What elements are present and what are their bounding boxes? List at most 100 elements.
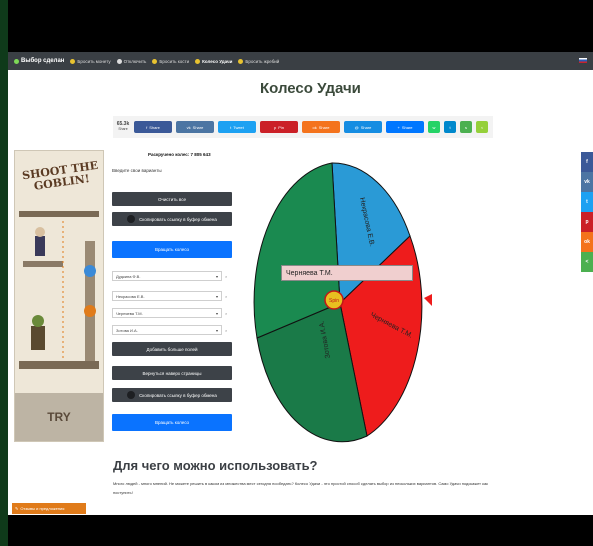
share-generic-button[interactable]: + Share <box>386 121 424 133</box>
share-label: Share <box>318 124 330 130</box>
option-value: Черняева Т.М. <box>116 310 143 316</box>
advertisement[interactable]: SHOOT THE GOBLIN! TRY <box>14 150 104 442</box>
share-ok-button[interactable]: ok Share <box>302 121 340 133</box>
share-pinterest-button[interactable]: p Pin <box>260 121 298 133</box>
language-flag-icon[interactable] <box>579 58 587 63</box>
option-row: Черняева Т.М. ▾ × <box>112 307 232 319</box>
back-to-top-button[interactable]: Вернуться наверх страницы <box>112 366 232 380</box>
option-input[interactable]: Зотова И.А. ▾ <box>112 325 222 335</box>
share-icon: + <box>397 124 400 130</box>
side-twitter-icon[interactable]: t <box>581 192 593 212</box>
remove-option-icon[interactable]: × <box>225 328 227 333</box>
chevron-down-icon: ▾ <box>215 293 218 299</box>
brand-icon <box>14 58 19 64</box>
side-facebook-icon[interactable]: f <box>581 152 593 172</box>
option-input[interactable]: Дудкина Ф.В. ▾ <box>112 271 222 281</box>
option-value: Некрасова Е.В. <box>116 293 145 299</box>
nav-item-label: Колесо Удачи <box>202 58 233 64</box>
spin-button[interactable]: Вращать колесо <box>112 241 232 258</box>
spin-counter: Раскручено колес: 7 805 643 <box>148 152 211 157</box>
nav-item-label: Бросить монету <box>77 58 111 64</box>
copy-icon <box>127 215 136 223</box>
nav-item-lots[interactable]: Бросить жребий <box>238 58 280 64</box>
fortune-wheel[interactable]: Некрасова Е.В. Черняева Т.М. Зотова И.А.… <box>242 158 438 448</box>
remove-option-icon[interactable]: × <box>225 274 227 279</box>
share-label: Share <box>401 124 413 130</box>
left-border <box>0 0 8 546</box>
copy-link-label: Скопировать ссылку в буфер обмена <box>139 216 217 222</box>
clear-all-button[interactable]: Очистить все <box>112 192 232 206</box>
chevron-down-icon: ▾ <box>215 310 218 316</box>
chevron-down-icon: ▾ <box>215 273 218 279</box>
nav-item-label: Отключить <box>123 58 147 64</box>
share-twitter-button[interactable]: t Tweet <box>218 121 256 133</box>
share-count: 65.3k Share <box>116 122 130 132</box>
share-facebook-button[interactable]: f Share <box>134 121 172 133</box>
nav-item-coin[interactable]: Бросить монету <box>70 58 111 64</box>
wheel-icon <box>195 58 201 64</box>
share-label: Tweet <box>233 124 244 130</box>
nav-item-wheel[interactable]: Колесо Удачи <box>195 58 233 64</box>
side-pinterest-icon[interactable]: p <box>581 212 593 232</box>
copy-link-button-2[interactable]: Скопировать ссылку в буфер обмена <box>112 388 232 402</box>
share-sms-button[interactable]: s <box>460 121 472 133</box>
pinterest-icon: p <box>273 124 277 130</box>
remove-option-icon[interactable]: × <box>225 311 227 316</box>
feedback-label: Отзывы и предложения <box>20 506 65 511</box>
option-row: Дудкина Ф.В. ▾ × <box>112 270 232 282</box>
share-more-button[interactable]: < <box>476 121 488 133</box>
share-label: Share <box>192 124 204 130</box>
bottom-black-bar <box>8 515 593 546</box>
side-ok-icon[interactable]: ok <box>581 232 593 252</box>
copy-icon <box>127 391 136 399</box>
share-label: Share <box>360 124 372 130</box>
facebook-icon: f <box>146 124 148 130</box>
spin-center-label: Spin <box>329 298 339 304</box>
spin-button-2[interactable]: Вращать колесо <box>112 414 232 431</box>
copy-link-button[interactable]: Скопировать ссылку в буфер обмена <box>112 212 232 226</box>
options-hint: Введите свои варианты <box>112 168 162 173</box>
screenshot-frame: Выбор сделан Бросить монету Отключить Бр… <box>0 0 593 546</box>
option-input[interactable]: Черняева Т.М. ▾ <box>112 308 222 318</box>
coin-icon <box>70 58 76 64</box>
whatsapp-icon: w <box>432 124 436 130</box>
share-label: Share <box>149 124 160 130</box>
feedback-button[interactable]: ✎ Отзывы и предложения <box>12 503 86 514</box>
nav-item-dice[interactable]: Бросить кости <box>152 58 190 64</box>
lots-icon <box>238 58 244 64</box>
winner-banner: Черняева Т.М. <box>281 265 413 281</box>
share-more-icon: < <box>480 124 484 130</box>
odnoklassniki-icon: ok <box>312 124 317 130</box>
telegram-icon: t <box>449 124 451 130</box>
copy-link-label: Скопировать ссылку в буфер обмена <box>139 392 217 398</box>
remove-option-icon[interactable]: × <box>225 294 227 299</box>
brand-label: Выбор сделан <box>21 58 65 64</box>
share-telegram-button[interactable]: t <box>444 121 456 133</box>
brand[interactable]: Выбор сделан <box>14 58 64 64</box>
toggle-icon <box>116 58 122 64</box>
share-vk-button[interactable]: vk Share <box>176 121 214 133</box>
share-whatsapp-button[interactable]: w <box>428 121 440 133</box>
ad-title: SHOOT THE GOBLIN! <box>21 158 99 193</box>
ad-try-button[interactable]: TRY <box>15 393 103 441</box>
option-row: Некрасова Е.В. ▾ × <box>112 290 232 302</box>
side-share-icon[interactable]: < <box>581 252 593 272</box>
nav-item-label: Бросить кости <box>159 58 190 64</box>
nav-item-label: Бросить жребий <box>245 58 280 64</box>
wheel-pointer-icon <box>424 294 432 306</box>
side-vk-icon[interactable]: vk <box>581 172 593 192</box>
navbar: Выбор сделан Бросить монету Отключить Бр… <box>8 52 593 70</box>
option-value: Дудкина Ф.В. <box>116 273 141 279</box>
chevron-down-icon: ▾ <box>215 327 218 333</box>
option-value: Зотова И.А. <box>116 327 138 333</box>
option-input[interactable]: Некрасова Е.В. ▾ <box>112 291 222 301</box>
sms-icon: s <box>465 124 467 130</box>
share-mail-button[interactable]: @ Share <box>344 121 382 133</box>
nav-item-disable[interactable]: Отключить <box>116 58 147 64</box>
section-text: Много людей - много мнений. Не можете ре… <box>113 481 488 495</box>
dice-icon <box>152 58 158 64</box>
add-more-fields-button[interactable]: Добавить больше полей <box>112 342 232 356</box>
share-label: Pin <box>278 124 284 130</box>
feedback-icon: ✎ <box>15 506 19 511</box>
side-share-bar: f vk t p ok < <box>581 152 593 272</box>
